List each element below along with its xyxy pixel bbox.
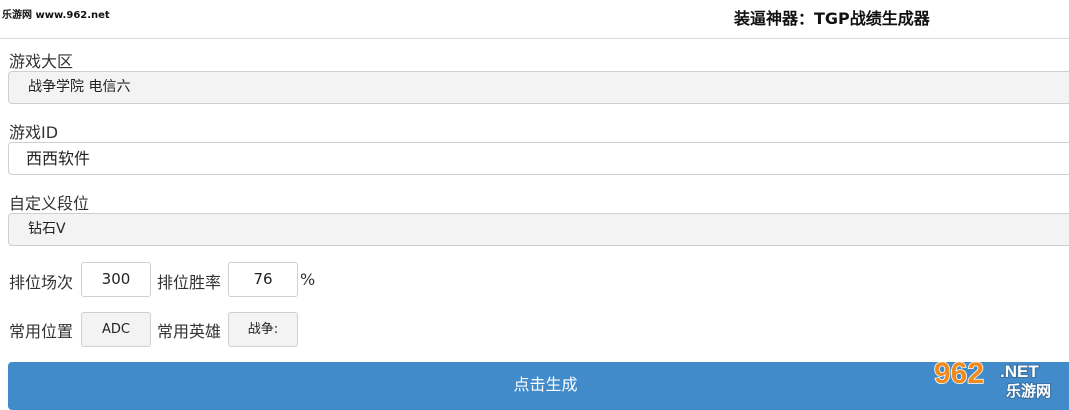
position-select[interactable]: ADC (81, 312, 151, 347)
ranked-games-label: 排位场次 (9, 273, 74, 292)
watermark-number: 962 (934, 357, 984, 390)
percent-sign: % (300, 270, 316, 289)
watermark-logo: 962 .NET 乐游网 (933, 356, 1052, 399)
win-rate-label: 排位胜率 (157, 273, 222, 292)
rank-select[interactable]: 钻石V (8, 213, 1069, 246)
page-title: 装逼神器：TGP战绩生成器 (734, 9, 930, 28)
ranked-games-input[interactable]: 300 (81, 262, 151, 297)
rank-label: 自定义段位 (9, 194, 90, 213)
region-select[interactable]: 战争学院 电信六 (8, 71, 1069, 104)
win-rate-input[interactable]: 76 (228, 262, 298, 297)
header-divider (0, 38, 1069, 39)
hero-select[interactable]: 战争: (228, 312, 298, 347)
game-id-input[interactable]: 西西软件 (8, 142, 1069, 175)
region-label: 游戏大区 (9, 52, 74, 71)
position-label: 常用位置 (9, 322, 74, 341)
watermark-suffix: .NET (1000, 362, 1039, 381)
hero-label: 常用英雄 (157, 322, 222, 341)
game-id-label: 游戏ID (9, 123, 59, 142)
watermark-name: 乐游网 (1006, 382, 1051, 399)
site-label: 乐游网 www.962.net (2, 10, 110, 21)
